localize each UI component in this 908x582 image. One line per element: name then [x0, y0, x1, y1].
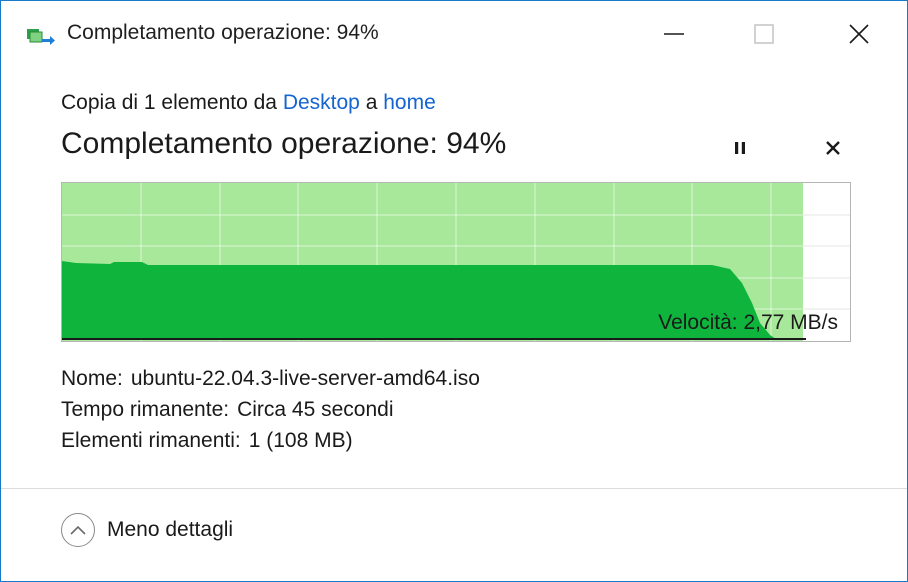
close-window-button[interactable] [811, 1, 907, 67]
detail-time-remaining: Tempo rimanente: Circa 45 secondi [61, 398, 394, 422]
close-icon [849, 24, 869, 44]
name-value: ubuntu-22.04.3-live-server-amd64.iso [130, 367, 480, 390]
speed-readout: Velocità: 2,77 MB/s [658, 311, 838, 334]
items-value: 1 (108 MB) [248, 429, 353, 452]
summary-prefix: Copia di 1 elemento da [61, 91, 283, 114]
copy-files-icon [25, 25, 57, 49]
maximize-icon [754, 24, 774, 44]
less-details-label: Meno dettagli [107, 518, 234, 541]
name-label: Nome: [61, 367, 123, 390]
title-bar[interactable]: Completamento operazione: 94% [1, 1, 907, 67]
time-label: Tempo rimanente: [61, 398, 230, 421]
destination-link[interactable]: home [383, 91, 436, 114]
transfer-speed-graph: Velocità: 2,77 MB/s [61, 182, 851, 342]
maximize-button[interactable] [719, 1, 809, 67]
minimize-icon [664, 33, 684, 35]
detail-items-remaining: Elementi rimanenti: 1 (108 MB) [61, 429, 353, 453]
detail-name: Nome: ubuntu-22.04.3-live-server-amd64.is… [61, 367, 480, 391]
less-details-button[interactable]: Meno dettagli [61, 513, 233, 547]
footer: Meno dettagli [1, 489, 907, 581]
pause-button[interactable] [723, 131, 757, 165]
minimize-button[interactable] [629, 1, 719, 67]
progress-status: Completamento operazione: 94% [61, 127, 507, 160]
pause-icon [735, 142, 745, 154]
summary-mid: a [359, 91, 384, 114]
chevron-up-icon [61, 513, 95, 547]
copy-summary: Copia di 1 elemento da Desktop a home [61, 91, 436, 115]
cancel-button[interactable] [816, 131, 850, 165]
items-label: Elementi rimanenti: [61, 429, 241, 452]
time-value: Circa 45 secondi [237, 398, 394, 421]
source-link[interactable]: Desktop [283, 91, 360, 114]
cancel-icon [826, 141, 840, 155]
copy-progress-window: Completamento operazione: 94% Copia di 1… [0, 0, 908, 582]
window-title: Completamento operazione: 94% [67, 21, 379, 44]
